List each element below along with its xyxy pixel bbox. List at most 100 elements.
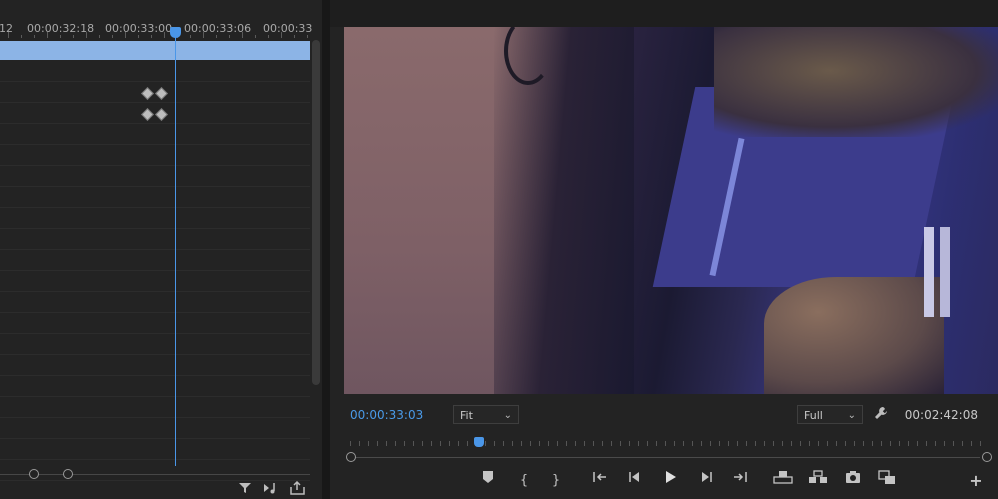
ruler-tick [307, 35, 308, 38]
scrub-tick [845, 441, 846, 446]
scrub-tick [962, 441, 963, 446]
property-row [0, 376, 310, 397]
property-row [0, 229, 310, 250]
video-preview[interactable] [344, 27, 998, 394]
duration-timecode: 00:02:42:08 [904, 408, 978, 422]
vertical-scrollbar[interactable] [312, 40, 320, 385]
property-row [0, 124, 310, 145]
scrub-tick [917, 441, 918, 446]
scrub-tick [899, 441, 900, 446]
audio-icon[interactable] [263, 481, 279, 499]
zoom-handle-right[interactable] [63, 469, 73, 479]
go-to-out-icon[interactable] [730, 470, 750, 492]
mark-out-icon[interactable]: } [548, 470, 564, 492]
extract-icon[interactable] [807, 470, 829, 492]
mark-in-icon[interactable]: { [516, 470, 532, 492]
scrub-zoom-handle-left[interactable] [346, 452, 356, 462]
scrub-tick [701, 441, 702, 446]
scrub-zoom-handle-right[interactable] [982, 452, 992, 462]
add-button-icon[interactable]: + [967, 470, 985, 492]
property-row [0, 208, 310, 229]
zoom-level-select[interactable]: Fit ⌄ [453, 405, 519, 424]
ruler-tick [86, 32, 87, 38]
scrub-tick [467, 441, 468, 446]
scrub-tick [602, 441, 603, 446]
scrub-tick [386, 441, 387, 446]
ruler-tick [47, 32, 48, 38]
property-row [0, 397, 310, 418]
ruler-tick [112, 35, 113, 38]
scrub-tick [935, 441, 936, 446]
ruler-tick [138, 35, 139, 38]
go-to-in-icon[interactable] [590, 470, 610, 492]
scrub-tick [782, 441, 783, 446]
scrub-tick [512, 441, 513, 446]
lift-icon[interactable] [772, 470, 794, 492]
scrub-tick [548, 441, 549, 446]
add-marker-icon[interactable] [480, 470, 496, 492]
panel-divider[interactable] [322, 0, 330, 499]
program-monitor: 00:00:33:03 Fit ⌄ Full ⌄ 00:02:42:08 { } [330, 0, 998, 499]
playhead-handle[interactable] [170, 27, 181, 38]
filter-icon[interactable] [238, 481, 252, 499]
ruler-tick [203, 32, 204, 38]
ruler-label: 12 [0, 22, 13, 35]
ruler-tick [21, 35, 22, 38]
scrub-tick [827, 441, 828, 446]
zoom-handle-left[interactable] [29, 469, 39, 479]
step-back-icon[interactable] [625, 470, 645, 492]
scrub-tick [881, 441, 882, 446]
step-forward-icon[interactable] [696, 470, 716, 492]
ruler-tick [294, 35, 295, 38]
scrub-tick [980, 441, 981, 446]
scrub-bar[interactable] [350, 457, 980, 458]
zoom-scrollbar-track[interactable] [0, 474, 310, 475]
ruler-tick [268, 35, 269, 38]
effect-controls-panel: 12 00:00:32:18 00:00:33:00 00:00:33:06 0… [0, 0, 322, 499]
chevron-down-icon: ⌄ [847, 410, 856, 421]
scrub-tick [800, 441, 801, 446]
scrub-tick [755, 441, 756, 446]
ruler-tick [164, 32, 165, 38]
play-icon[interactable] [660, 470, 680, 492]
compare-icon[interactable] [876, 470, 898, 492]
scrub-tick [530, 441, 531, 446]
scrub-tick [809, 441, 810, 446]
property-row [0, 250, 310, 271]
current-timecode[interactable]: 00:00:33:03 [350, 408, 423, 422]
scrub-tick [872, 441, 873, 446]
scrub-tick [791, 441, 792, 446]
clip-bar[interactable] [0, 41, 310, 60]
scrub-tick [692, 441, 693, 446]
time-ruler[interactable]: 12 00:00:32:18 00:00:33:00 00:00:33:06 0… [0, 0, 312, 40]
property-row [0, 271, 310, 292]
scrub-tick [368, 441, 369, 446]
scrub-tick [593, 441, 594, 446]
scrub-tick [611, 441, 612, 446]
scrub-tick [395, 441, 396, 446]
scrub-tick [953, 441, 954, 446]
resolution-value: Full [804, 409, 823, 422]
ruler-tick [60, 35, 61, 38]
export-icon[interactable] [290, 480, 305, 499]
export-frame-icon[interactable] [843, 470, 863, 492]
ruler-label: 00:00:33:00 [105, 22, 173, 35]
property-row [0, 313, 310, 334]
playback-resolution-select[interactable]: Full ⌄ [797, 405, 863, 424]
property-row [0, 61, 310, 82]
panel-footer [0, 480, 322, 499]
scrub-tick [494, 441, 495, 446]
wrench-icon[interactable] [874, 406, 888, 424]
scrub-tick [620, 441, 621, 446]
scrub-tick [674, 441, 675, 446]
zoom-level-value: Fit [460, 409, 473, 422]
monitor-header [330, 0, 998, 27]
scrub-tick [926, 441, 927, 446]
scrub-tick [449, 441, 450, 446]
property-row [0, 145, 310, 166]
scrub-playhead[interactable] [474, 437, 485, 447]
playhead-line[interactable] [175, 36, 176, 466]
scrub-tick [413, 441, 414, 446]
scrub-tick [485, 441, 486, 446]
scrub-tick [818, 441, 819, 446]
